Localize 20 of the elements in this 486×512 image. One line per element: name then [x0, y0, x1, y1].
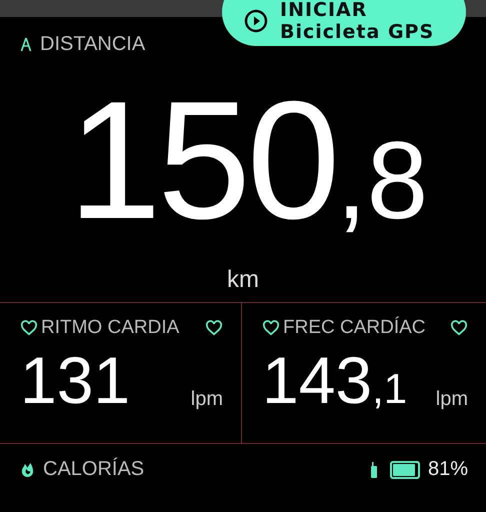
- heart-rate-value: 131: [20, 342, 130, 419]
- distance-label: DISTANCIA: [40, 32, 146, 56]
- battery-percent: 81%: [428, 458, 468, 481]
- calories-label: CALORÍAS: [43, 458, 144, 481]
- battery-icon: [390, 460, 420, 478]
- heart-rate-unit: lpm: [436, 388, 468, 412]
- heart-icon: [262, 320, 280, 336]
- heart-icon: [450, 320, 468, 336]
- distance-value: 150,8: [66, 75, 430, 256]
- start-activity-button[interactable]: INICIAR Bicicleta GPS: [222, 0, 466, 46]
- heart-rate-value: 143,1: [262, 342, 408, 419]
- distance-unit: km: [226, 266, 260, 295]
- phone-icon: [370, 462, 378, 478]
- heart-rate-label: FREC CARDÍAC: [283, 317, 427, 339]
- flame-icon: [20, 461, 35, 478]
- heart-icon: [205, 320, 223, 336]
- heart-icon: [20, 320, 38, 336]
- heart-rate-label: RITMO CARDIA: [41, 317, 180, 339]
- play-icon: [244, 9, 268, 33]
- heart-rate-unit: lpm: [190, 388, 223, 412]
